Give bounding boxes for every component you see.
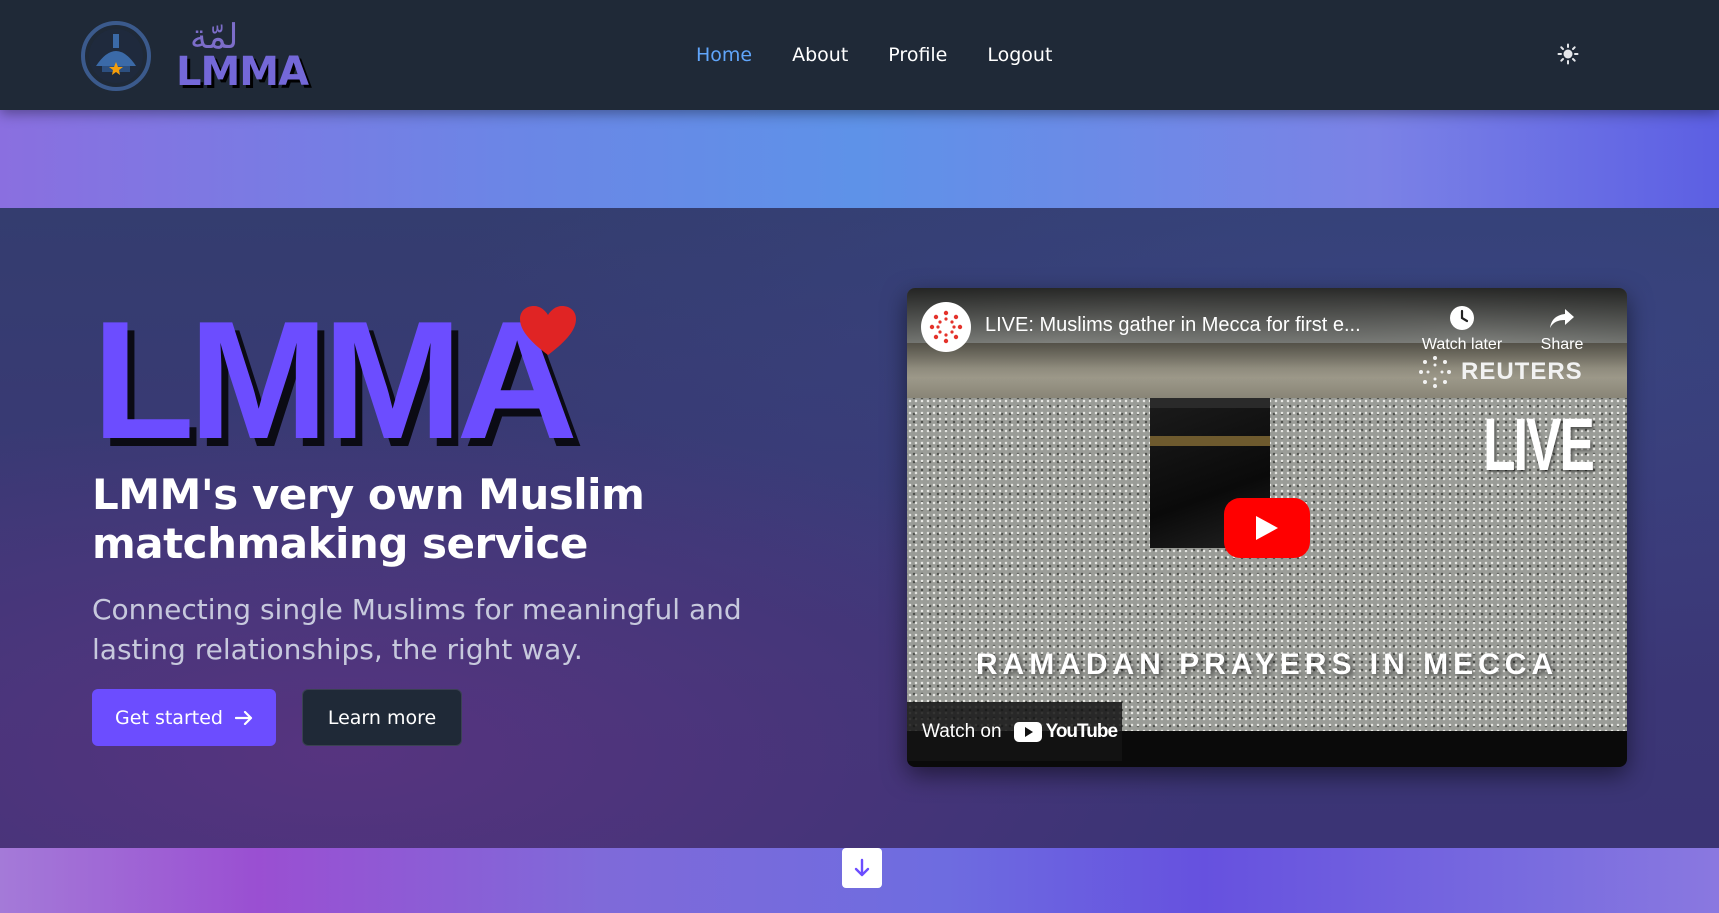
sun-icon <box>1557 43 1579 65</box>
arrow-right-icon <box>234 710 253 725</box>
theme-toggle-button[interactable] <box>1554 40 1582 68</box>
reuters-channel-avatar[interactable] <box>921 302 971 352</box>
nav-link-about[interactable]: About <box>792 40 848 70</box>
watch-on-youtube-button[interactable]: Watch on YouTube <box>907 702 1122 761</box>
nav-link-profile[interactable]: Profile <box>888 40 947 70</box>
play-button[interactable] <box>1224 498 1310 558</box>
scroll-down-button[interactable] <box>842 848 882 888</box>
youtube-play-icon <box>1013 721 1042 742</box>
get-started-label: Get started <box>115 706 223 729</box>
hero-brand-title: LMMA <box>92 286 578 474</box>
reuters-logo-icon <box>1419 356 1451 388</box>
get-started-button[interactable]: Get started <box>92 689 276 746</box>
main-nav: Home About Profile Logout <box>696 40 1052 70</box>
hero-brand: LMMA <box>92 286 612 474</box>
hero-headline: LMM's very own Muslim matchmaking servic… <box>92 470 645 568</box>
heart-icon <box>520 306 576 355</box>
brand-logo-text: LMMA <box>176 49 309 95</box>
clock-icon <box>1450 306 1474 330</box>
watch-on-label: Watch on <box>922 720 1002 742</box>
youtube-logo: YouTube <box>1013 720 1118 743</box>
play-icon <box>1256 516 1278 540</box>
share-arrow-icon <box>1550 309 1574 328</box>
top-gradient-band <box>0 110 1719 208</box>
arrow-down-icon <box>854 858 870 877</box>
brand-wordmark[interactable]: لمّة LMMA <box>176 18 309 94</box>
reuters-dots-icon <box>929 310 963 344</box>
youtube-video-embed[interactable]: LIVE: Muslims gather in Mecca for first … <box>907 288 1627 767</box>
learn-more-button[interactable]: Learn more <box>302 689 462 746</box>
live-label: LIVE <box>1483 403 1595 486</box>
nav-link-logout[interactable]: Logout <box>987 40 1052 70</box>
hero-subheadline: Connecting single Muslims for meaningful… <box>92 593 742 666</box>
navbar: لمّة LMMA Home About Profile Logout <box>0 0 1719 110</box>
video-caption: RAMADAN PRAYERS IN MECCA <box>975 648 1559 681</box>
video-title[interactable]: LIVE: Muslims gather in Mecca for first … <box>985 314 1415 337</box>
mosque-emblem-logo[interactable] <box>80 20 152 92</box>
reuters-watermark: REUTERS <box>1417 352 1583 392</box>
youtube-wordmark: YouTube <box>1045 720 1118 742</box>
kaaba-band <box>1150 436 1270 446</box>
reuters-wordmark: REUTERS <box>1461 358 1583 385</box>
nav-link-home[interactable]: Home <box>696 40 752 70</box>
learn-more-label: Learn more <box>327 706 437 729</box>
